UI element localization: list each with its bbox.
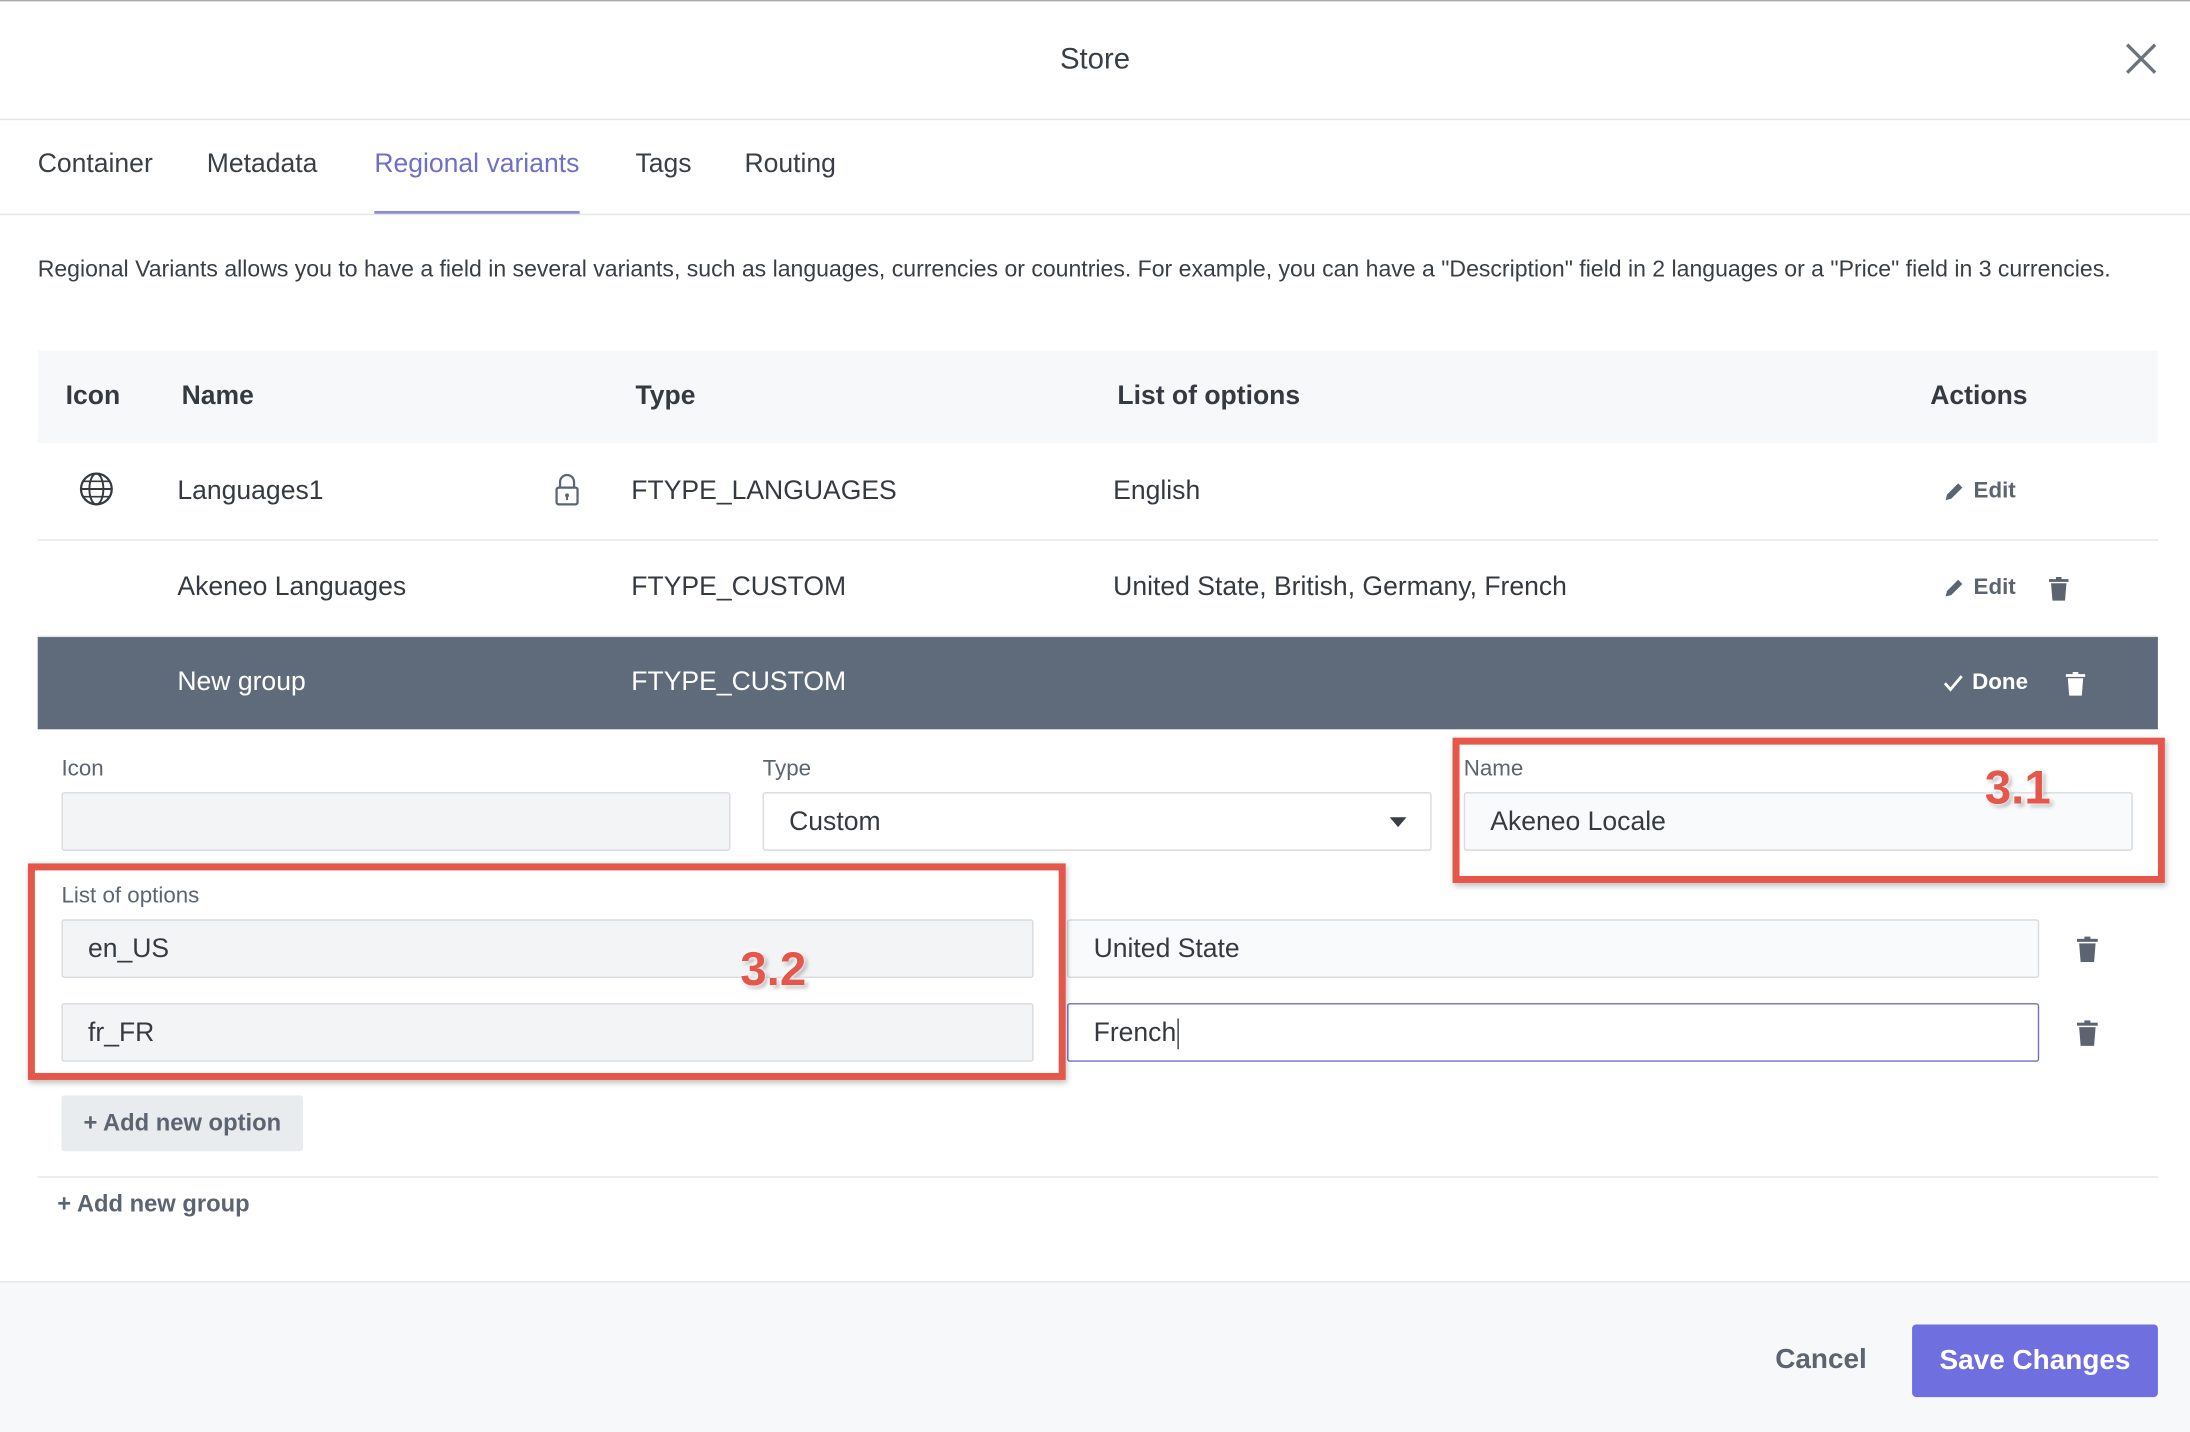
header-actions: Actions [1930, 381, 2028, 411]
store-dialog: Store Container Metadata Regional varian… [0, 0, 2190, 1432]
option-value-text: French [1093, 1018, 1177, 1048]
dialog-footer: Cancel Save Changes [0, 1281, 2190, 1432]
regional-variants-description: Regional Variants allows you to have a f… [37, 257, 2111, 283]
chevron-down-icon [1389, 817, 1407, 828]
annotation-box-3-2 [27, 863, 1066, 1080]
type-select-value: Custom [789, 807, 881, 837]
tab-bar: Container Metadata Regional variants Tag… [0, 122, 2190, 216]
add-group-button[interactable]: + Add new group [57, 1190, 249, 1218]
option-value-input[interactable]: United State [1067, 919, 2040, 978]
close-icon[interactable] [2123, 41, 2159, 77]
edit-button[interactable]: Edit [1943, 479, 2016, 504]
lock-icon [555, 473, 579, 506]
done-button[interactable]: Done [1943, 671, 2028, 696]
row-options: United State, British, Germany, French [1113, 572, 1567, 603]
trash-icon[interactable] [2048, 577, 2069, 601]
row-name: New group [177, 667, 306, 698]
save-changes-button[interactable]: Save Changes [1912, 1324, 2158, 1398]
edit-label: Edit [1973, 575, 2016, 600]
pencil-icon [1945, 483, 1963, 501]
tab-container[interactable]: Container [38, 149, 153, 213]
dialog-title: Store [1059, 43, 1131, 76]
text-cursor [1177, 1018, 1180, 1050]
table-row-selected: New group FTYPE_CUSTOM Done [37, 637, 2158, 730]
add-option-button[interactable]: + Add new option [61, 1095, 304, 1152]
divider [37, 1176, 2158, 1178]
annotation-box-3-1 [1452, 737, 2165, 883]
row-name: Languages1 [177, 476, 324, 506]
row-name: Akeneo Languages [177, 572, 407, 603]
done-label: Done [1972, 670, 2029, 695]
type-field-label: Type [762, 757, 812, 781]
dialog-header: Store [0, 1, 2190, 121]
cancel-button[interactable]: Cancel [1775, 1344, 1867, 1376]
edit-button[interactable]: Edit [1943, 576, 2016, 601]
header-options: List of options [1117, 381, 1301, 411]
row-type: FTYPE_CUSTOM [631, 667, 847, 698]
row-options: English [1113, 476, 1201, 506]
row-type: FTYPE_LANGUAGES [631, 476, 897, 506]
trash-icon[interactable] [2076, 1020, 2098, 1047]
pencil-icon [1945, 579, 1963, 597]
tab-tags[interactable]: Tags [635, 149, 691, 213]
edit-label: Edit [1973, 479, 2016, 503]
globe-icon [79, 472, 113, 506]
annotation-label-3-2: 3.2 [740, 943, 807, 997]
type-select[interactable]: Custom [762, 792, 1432, 851]
option-value-input-focused[interactable]: French [1067, 1003, 2040, 1062]
header-type: Type [635, 381, 696, 411]
header-icon: Icon [65, 381, 121, 411]
table-header: Icon Name Type List of options Actions [37, 350, 2158, 443]
tab-regional-variants[interactable]: Regional variants [374, 149, 580, 214]
tab-routing[interactable]: Routing [744, 149, 835, 213]
row-type: FTYPE_CUSTOM [631, 572, 847, 603]
icon-field-label: Icon [61, 757, 104, 781]
icon-input[interactable] [61, 792, 731, 851]
tab-metadata[interactable]: Metadata [207, 149, 318, 213]
trash-icon[interactable] [2065, 672, 2086, 696]
table-row: Languages1 FTYPE_LANGUAGES English Edit [37, 446, 2158, 541]
table-row: Akeneo Languages FTYPE_CUSTOM United Sta… [37, 542, 2158, 638]
annotation-label-3-1: 3.1 [1984, 761, 2051, 815]
check-icon [1943, 675, 1963, 692]
trash-icon[interactable] [2076, 936, 2098, 963]
header-name: Name [181, 381, 254, 411]
